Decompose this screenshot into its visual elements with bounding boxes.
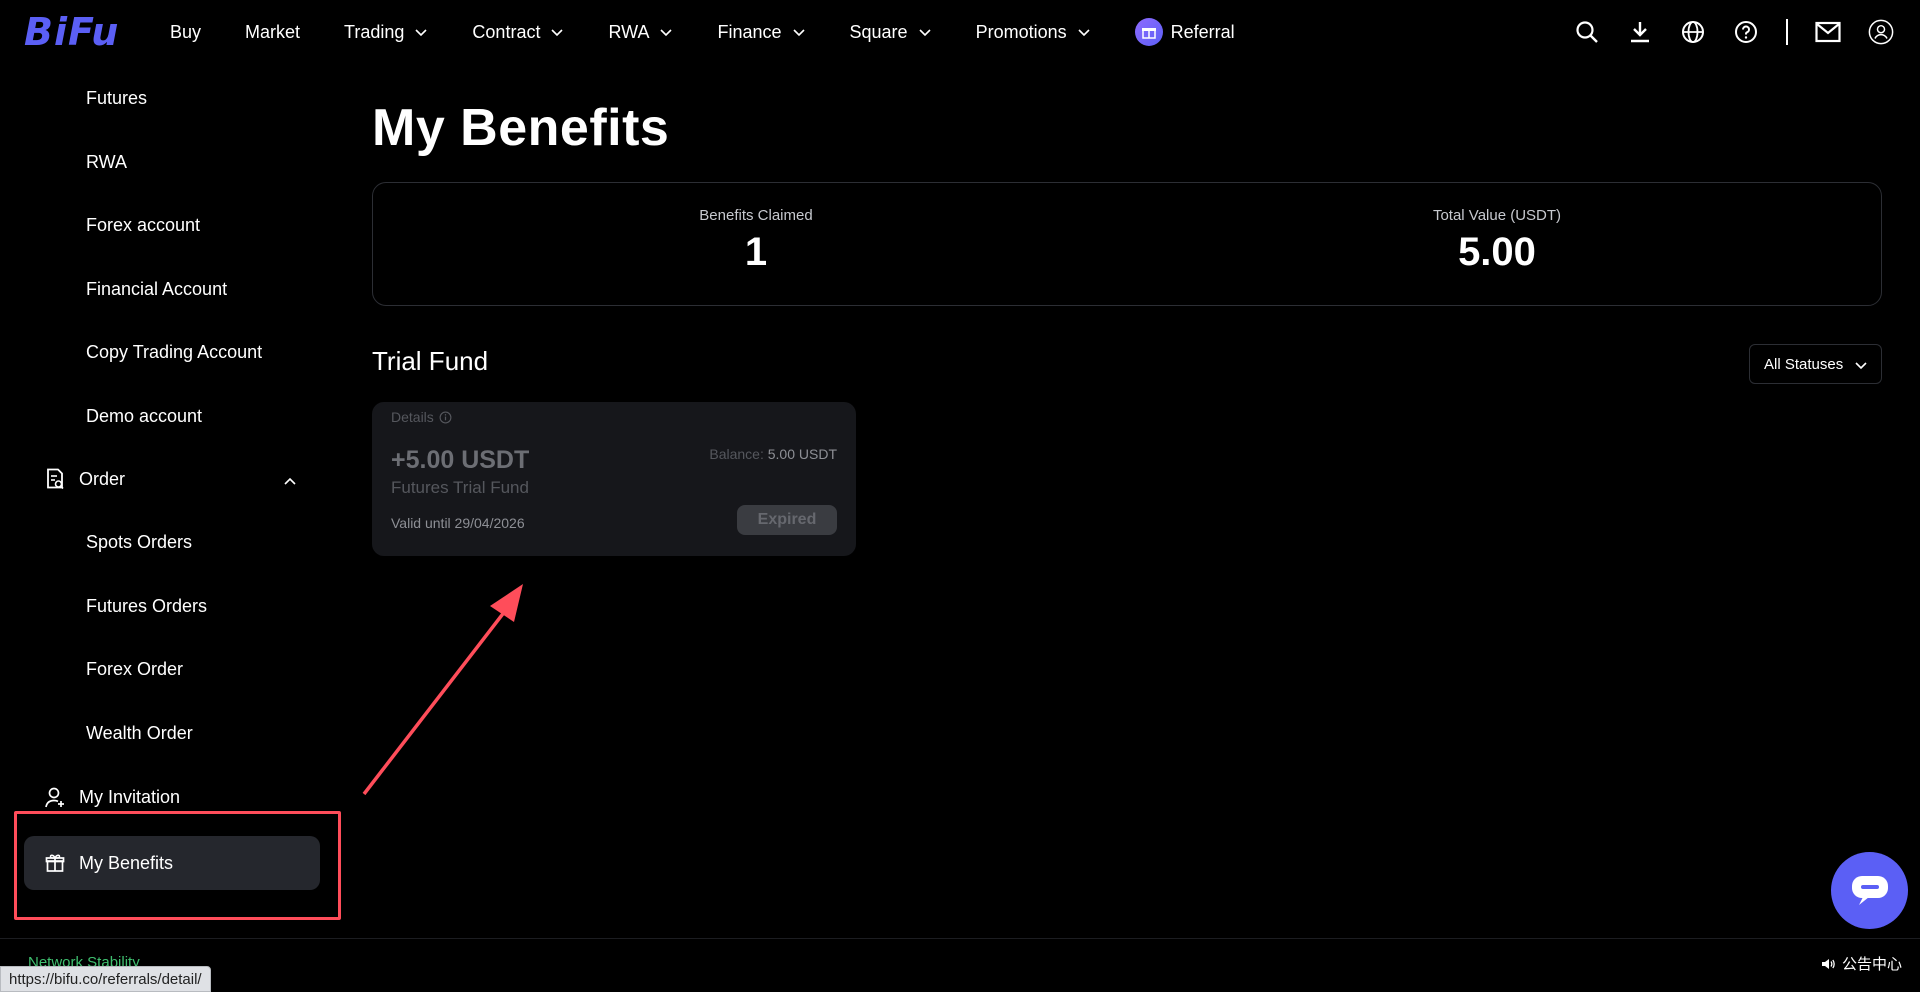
mail-icon[interactable] <box>1815 19 1841 45</box>
globe-icon[interactable] <box>1680 19 1706 45</box>
stat-label: Benefits Claimed <box>699 207 813 224</box>
chat-support-button[interactable] <box>1831 852 1908 929</box>
benefits-summary: Benefits Claimed 1 Total Value (USDT) 5.… <box>372 182 1882 306</box>
sidebar-item-rwa[interactable]: RWA <box>86 152 127 173</box>
sidebar-item-futures-orders[interactable]: Futures Orders <box>86 596 207 617</box>
nav-item-finance[interactable]: Finance <box>717 22 805 43</box>
chevron-down-icon <box>660 29 673 37</box>
nav-item-contract[interactable]: Contract <box>472 22 564 43</box>
chevron-down-icon <box>792 29 805 37</box>
top-navbar: BiFu Buy Market Trading Contract RWA Fin… <box>0 0 1920 64</box>
chevron-down-icon <box>551 29 564 37</box>
fund-valid-until: Valid until 29/04/2026 <box>391 515 525 531</box>
search-icon[interactable] <box>1574 19 1600 45</box>
sidebar-item-futures[interactable]: Futures <box>86 88 147 109</box>
nav-item-trading[interactable]: Trading <box>344 22 428 43</box>
nav-item-referral[interactable]: Referral <box>1134 18 1235 46</box>
chevron-down-icon <box>1855 362 1867 370</box>
nav-item-buy[interactable]: Buy <box>170 22 201 43</box>
chevron-up-icon[interactable] <box>282 474 298 490</box>
chevron-down-icon <box>1078 29 1090 37</box>
nav-item-rwa[interactable]: RWA <box>608 22 673 43</box>
sidebar-item-demo-account[interactable]: Demo account <box>86 406 202 427</box>
sidebar-item-forex-order[interactable]: Forex Order <box>86 659 183 680</box>
nav-item-market[interactable]: Market <box>245 22 300 43</box>
fund-amount: +5.00 USDT <box>391 446 530 474</box>
sidebar-item-order[interactable]: Order <box>44 468 125 490</box>
gift-icon <box>44 852 66 874</box>
chevron-down-icon <box>918 29 931 37</box>
header-divider <box>1786 19 1788 45</box>
nav-item-promotions[interactable]: Promotions <box>976 22 1091 43</box>
stat-value: 1 <box>744 230 768 274</box>
details-link[interactable]: Details <box>391 409 452 425</box>
sidebar-item-copy-trading-account[interactable]: Copy Trading Account <box>86 342 262 363</box>
logo[interactable]: BiFu <box>24 10 119 54</box>
status-filter-select[interactable]: All Statuses <box>1749 344 1882 384</box>
download-icon[interactable] <box>1627 19 1653 45</box>
status-url-bar: https://bifu.co/referrals/detail/ <box>0 966 211 992</box>
chevron-down-icon <box>415 29 427 37</box>
help-icon[interactable] <box>1733 19 1759 45</box>
section-title: Trial Fund <box>372 346 489 376</box>
nav-item-square[interactable]: Square <box>850 22 932 43</box>
status-badge: Expired <box>737 505 837 535</box>
nav-menu: Buy Market Trading Contract RWA Finance … <box>170 0 1279 64</box>
sidebar-item-wealth-order[interactable]: Wealth Order <box>86 723 193 744</box>
speaker-icon <box>1821 958 1835 969</box>
footer-divider <box>0 938 1920 939</box>
add-user-icon <box>44 786 66 808</box>
trial-fund-card[interactable]: Details +5.00 USDT Futures Trial Fund Va… <box>372 402 856 556</box>
header-actions <box>1547 0 1894 64</box>
sidebar-item-financial-account[interactable]: Financial Account <box>86 279 227 300</box>
user-icon[interactable] <box>1868 19 1894 45</box>
chat-icon <box>1851 875 1888 905</box>
stat-total-value: Total Value (USDT) 5.00 <box>1297 207 1697 275</box>
fund-name: Futures Trial Fund <box>391 478 529 497</box>
stat-benefits-claimed: Benefits Claimed 1 <box>556 207 956 275</box>
sidebar-item-forex-account[interactable]: Forex account <box>86 215 200 236</box>
page-title: My Benefits <box>372 99 670 157</box>
stat-value: 5.00 <box>1458 230 1536 274</box>
order-icon <box>44 468 66 490</box>
gift-icon <box>1134 18 1163 46</box>
fund-balance: Balance: 5.00 USDT <box>709 446 837 462</box>
sidebar-item-my-invitation[interactable]: My Invitation <box>44 786 180 808</box>
sidebar-item-my-benefits[interactable]: My Benefits <box>24 836 320 890</box>
stat-label: Total Value (USDT) <box>1432 207 1562 224</box>
info-icon <box>439 411 452 423</box>
sidebar-item-spots-orders[interactable]: Spots Orders <box>86 532 192 553</box>
announcement-center[interactable]: 公告中心 <box>1820 953 1902 974</box>
